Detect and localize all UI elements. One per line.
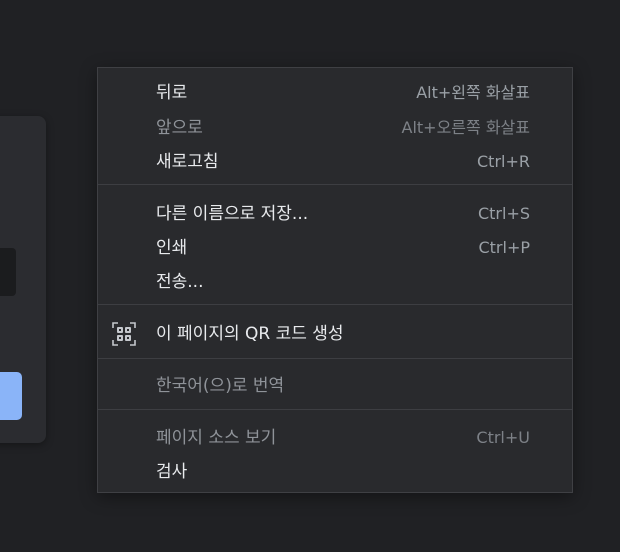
menu-item-forward[interactable]: 앞으로 Alt+오른쪽 화살표	[98, 111, 572, 145]
menu-item-qr-code[interactable]: 이 페이지의 QR 코드 생성	[98, 317, 572, 351]
menu-item-shortcut: Alt+왼쪽 화살표	[416, 83, 530, 102]
menu-item-label: 앞으로	[156, 118, 203, 138]
menu-item-view-source[interactable]: 페이지 소스 보기 Ctrl+U	[98, 421, 572, 455]
menu-item-label: 한국어(으)로 번역	[156, 376, 285, 396]
menu-item-label: 새로고침	[156, 152, 219, 172]
menu-item-cast[interactable]: 전송...	[98, 265, 572, 299]
menu-item-shortcut: Alt+오른쪽 화살표	[401, 118, 530, 137]
menu-separator	[98, 304, 572, 305]
menu-item-label: 인쇄	[156, 238, 188, 258]
menu-item-print[interactable]: 인쇄 Ctrl+P	[98, 231, 572, 265]
menu-item-shortcut: Ctrl+P	[478, 238, 530, 257]
menu-item-label: 검사	[156, 462, 188, 482]
menu-item-translate[interactable]: 한국어(으)로 번역	[98, 369, 572, 403]
menu-item-shortcut: Ctrl+S	[477, 204, 530, 223]
background-dialog-field	[0, 248, 16, 296]
context-menu: 뒤로 Alt+왼쪽 화살표 앞으로 Alt+오른쪽 화살표 새로고침 Ctrl+…	[97, 67, 573, 493]
menu-separator	[98, 409, 572, 410]
menu-item-reload[interactable]: 새로고침 Ctrl+R	[98, 145, 572, 179]
menu-item-back[interactable]: 뒤로 Alt+왼쪽 화살표	[98, 76, 572, 110]
menu-item-shortcut: Ctrl+U	[476, 428, 530, 447]
menu-item-label: 전송...	[156, 272, 204, 292]
menu-item-label: 뒤로	[156, 83, 188, 103]
background-dialog-button	[0, 372, 22, 420]
menu-separator	[98, 358, 572, 359]
menu-item-inspect[interactable]: 검사	[98, 455, 572, 489]
menu-item-save-as[interactable]: 다른 이름으로 저장... Ctrl+S	[98, 197, 572, 231]
menu-item-label: 다른 이름으로 저장...	[156, 204, 309, 224]
menu-item-label: 이 페이지의 QR 코드 생성	[156, 324, 344, 344]
menu-item-label: 페이지 소스 보기	[156, 428, 277, 448]
menu-separator	[98, 184, 572, 185]
qr-code-icon	[112, 322, 136, 346]
menu-item-shortcut: Ctrl+R	[477, 152, 530, 171]
